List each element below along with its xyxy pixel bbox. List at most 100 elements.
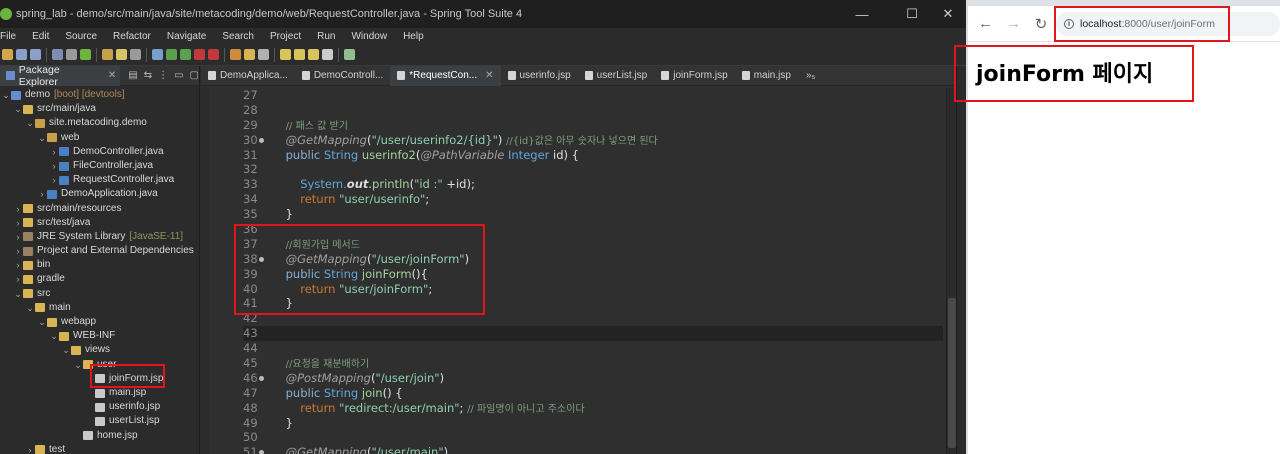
view-menu-icon[interactable]: ⋮: [158, 70, 168, 81]
chevron-right-icon[interactable]: ›: [49, 159, 59, 173]
chevron-right-icon[interactable]: ›: [13, 216, 23, 230]
package-explorer-tab[interactable]: Package Explorer ✕: [0, 64, 121, 88]
editor-scrollbar-thumb[interactable]: [948, 298, 956, 448]
menu-item-navigate[interactable]: Navigate: [159, 31, 214, 42]
stop-icon[interactable]: [194, 49, 205, 60]
editor-tab[interactable]: DemoControll...: [295, 66, 390, 86]
tree-item[interactable]: joinForm.jsp: [0, 372, 199, 386]
tree-item[interactable]: › JRE System Library [JavaSE-11]: [0, 230, 199, 244]
chevron-right-icon[interactable]: ›: [13, 230, 23, 244]
tree-item[interactable]: ⌄ src/main/java: [0, 102, 199, 116]
menu-item-refactor[interactable]: Refactor: [105, 31, 159, 42]
override-marker-icon[interactable]: [259, 450, 264, 454]
minimize-button[interactable]: —: [840, 0, 884, 28]
code-area[interactable]: 27 28 29 // 패스 값 받기 30 @GetMapping("/user/u…: [201, 88, 956, 454]
code-line[interactable]: 41 }: [243, 296, 943, 311]
tree-item[interactable]: › RequestController.java: [0, 173, 199, 187]
pin-icon[interactable]: [102, 49, 113, 60]
tree-item[interactable]: › FileController.java: [0, 159, 199, 173]
override-marker-icon[interactable]: [259, 256, 264, 262]
menu-item-source[interactable]: Source: [57, 31, 105, 42]
editor-tab[interactable]: userList.jsp: [578, 66, 655, 86]
editor-scrollbar[interactable]: [946, 88, 956, 454]
open-type-icon[interactable]: [230, 49, 241, 60]
code-line[interactable]: 31 public String userinfo2(@PathVariable…: [243, 148, 943, 163]
maximize-view-icon[interactable]: ▢: [190, 70, 199, 81]
tab-overflow-indicator[interactable]: »₅: [806, 70, 816, 81]
code-line[interactable]: 40 return "user/joinForm";: [243, 282, 943, 297]
console-icon[interactable]: [52, 49, 63, 60]
save-all-icon[interactable]: [30, 49, 41, 60]
code-line[interactable]: 37 //회원가입 메서드: [243, 237, 943, 252]
open-folder-icon[interactable]: [244, 49, 255, 60]
chevron-down-icon[interactable]: ⌄: [61, 343, 71, 357]
chevron-right-icon[interactable]: ›: [25, 443, 35, 454]
close-icon[interactable]: ✕: [108, 70, 116, 81]
forward-nav-icon[interactable]: [308, 49, 319, 60]
toggle-icon[interactable]: [66, 49, 77, 60]
code-line[interactable]: 46 @PostMapping("/user/join"): [243, 371, 943, 386]
tree-item[interactable]: ⌄ demo [boot] [devtools]: [0, 88, 199, 102]
save-icon[interactable]: [16, 49, 27, 60]
code-line[interactable]: 38 @GetMapping("/user/joinForm"): [243, 252, 943, 267]
chevron-down-icon[interactable]: ⌄: [13, 287, 23, 301]
chevron-right-icon[interactable]: ›: [13, 258, 23, 272]
tree-item[interactable]: › test: [0, 443, 199, 454]
code-line[interactable]: 45 //요청을 재분배하기: [243, 356, 943, 371]
site-info-icon[interactable]: i: [1064, 19, 1074, 29]
tree-item[interactable]: › Project and External Dependencies: [0, 244, 199, 258]
chevron-down-icon[interactable]: ⌄: [37, 315, 47, 329]
code-line[interactable]: 30 @GetMapping("/user/userinfo2/{id}") /…: [243, 133, 943, 148]
override-marker-icon[interactable]: [259, 137, 264, 143]
tree-item[interactable]: userList.jsp: [0, 414, 199, 428]
tree-item[interactable]: › gradle: [0, 272, 199, 286]
tree-item[interactable]: › DemoController.java: [0, 145, 199, 159]
reload-icon[interactable]: ↻: [1034, 15, 1048, 33]
menu-item-file[interactable]: File: [0, 31, 24, 42]
tree-item[interactable]: › DemoApplication.java: [0, 187, 199, 201]
perspective-icon[interactable]: [344, 49, 355, 60]
code-line[interactable]: 35 }: [243, 207, 943, 222]
debug-icon[interactable]: [152, 49, 163, 60]
chevron-right-icon[interactable]: ›: [49, 173, 59, 187]
next-nav-icon[interactable]: [322, 49, 333, 60]
menu-item-help[interactable]: Help: [395, 31, 432, 42]
chevron-down-icon[interactable]: ⌄: [49, 329, 59, 343]
annotation-nav-icon[interactable]: [280, 49, 291, 60]
tree-item[interactable]: ⌄ webapp: [0, 315, 199, 329]
tree-item[interactable]: › src/test/java: [0, 216, 199, 230]
tree-item[interactable]: › bin: [0, 258, 199, 272]
tree-item[interactable]: ⌄ WEB-INF: [0, 329, 199, 343]
editor-tab[interactable]: DemoApplica...: [201, 66, 295, 86]
back-nav-icon[interactable]: [294, 49, 305, 60]
code-line[interactable]: 43: [243, 326, 943, 342]
tree-item[interactable]: home.jsp: [0, 429, 199, 443]
tree-item[interactable]: › src/main/resources: [0, 202, 199, 216]
editor-tab[interactable]: *RequestCon... ✕: [390, 65, 501, 86]
collapse-all-icon[interactable]: ▤: [128, 70, 137, 81]
chevron-down-icon[interactable]: ⌄: [37, 131, 47, 145]
editor-tab[interactable]: main.jsp: [735, 66, 798, 86]
close-button[interactable]: ✕: [926, 0, 966, 28]
code-line[interactable]: 39 public String joinForm(){: [243, 267, 943, 282]
tree-item[interactable]: main.jsp: [0, 386, 199, 400]
code-line[interactable]: 48 return "redirect:/user/main"; // 파일명이…: [243, 401, 943, 416]
code-line[interactable]: 36: [243, 222, 943, 237]
external-tools-icon[interactable]: [208, 49, 219, 60]
chevron-down-icon[interactable]: ⌄: [1, 88, 11, 102]
chevron-down-icon[interactable]: ⌄: [13, 102, 23, 116]
chevron-right-icon[interactable]: ›: [37, 187, 47, 201]
chevron-right-icon[interactable]: ›: [13, 244, 23, 258]
code-line[interactable]: 33 System.out.println("id :" +id);: [243, 177, 943, 192]
code-line[interactable]: 42: [243, 311, 943, 326]
code-line[interactable]: 32: [243, 162, 943, 177]
search-tool-icon[interactable]: [258, 49, 269, 60]
close-icon[interactable]: ✕: [485, 70, 493, 81]
code-line[interactable]: 44: [243, 341, 943, 356]
menu-item-window[interactable]: Window: [343, 31, 395, 42]
code-line[interactable]: 49 }: [243, 416, 943, 431]
new-icon[interactable]: [2, 49, 13, 60]
run-icon[interactable]: [166, 49, 177, 60]
code-line[interactable]: 34 return "user/userinfo";: [243, 192, 943, 207]
coverage-icon[interactable]: [180, 49, 191, 60]
